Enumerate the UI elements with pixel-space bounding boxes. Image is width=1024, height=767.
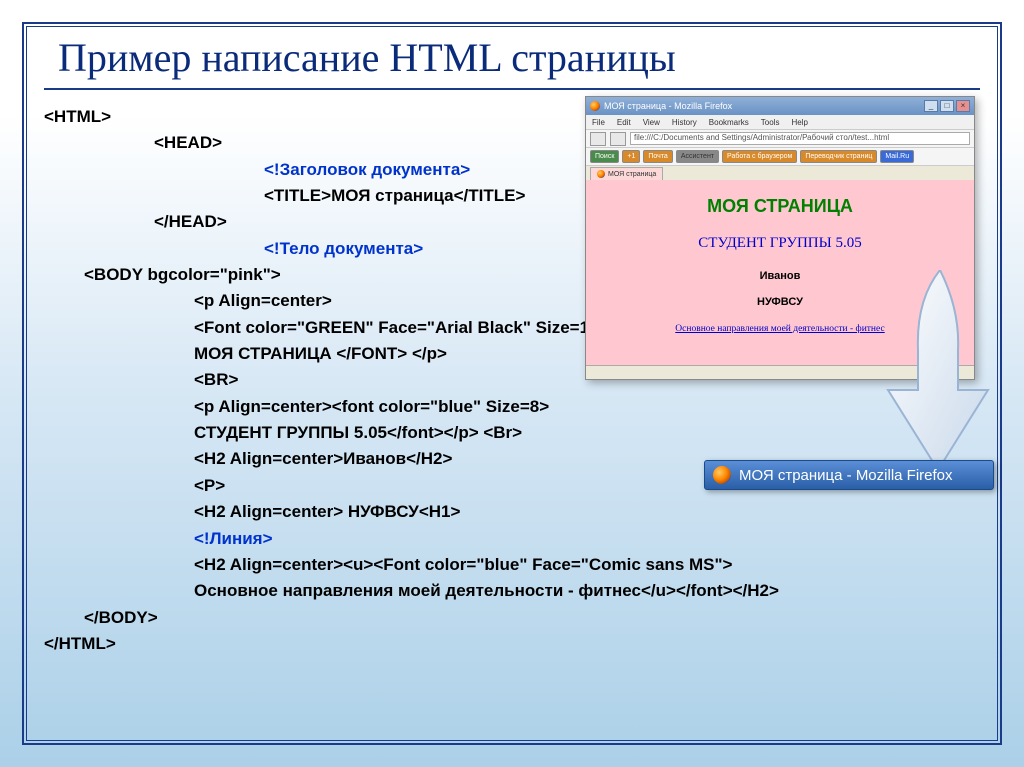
forward-button[interactable] xyxy=(610,132,626,146)
firefox-icon xyxy=(590,101,600,111)
toolbar-assistant-button[interactable]: Ассистент xyxy=(676,150,719,163)
minimize-button[interactable]: _ xyxy=(924,100,938,112)
toolbar-mail-button[interactable]: Почта xyxy=(643,150,672,163)
taskbar-label: МОЯ страница - Mozilla Firefox xyxy=(739,467,953,484)
code-comment: <!Линия> xyxy=(194,526,779,552)
menu-view[interactable]: View xyxy=(643,118,660,127)
browser-tab[interactable]: МОЯ страница xyxy=(590,167,663,180)
browser-statusbar xyxy=(586,365,974,379)
page-heading: МОЯ СТРАНИЦА xyxy=(586,196,974,217)
code-line: <H2 Align=center><u><Font color="blue" F… xyxy=(194,552,779,578)
firefox-icon xyxy=(713,466,731,484)
firefox-icon xyxy=(597,170,605,178)
toolbar-search-button[interactable]: Поиск xyxy=(590,150,619,163)
menu-edit[interactable]: Edit xyxy=(617,118,631,127)
code-line: СТУДЕНТ ГРУППЫ 5.05</font></p> <Br> xyxy=(194,420,779,446)
maximize-button[interactable]: □ xyxy=(940,100,954,112)
browser-addon-toolbar: Поиск +1 Почта Ассистент Работа с браузе… xyxy=(586,147,974,165)
browser-titlebar: МОЯ страница - Mozilla Firefox _ □ × xyxy=(586,97,974,115)
code-line: <H2 Align=center> НУФВСУ<H1> xyxy=(194,499,779,525)
code-line: <H2 Align=center>Иванов</H2> xyxy=(194,446,779,472)
toolbar-browser-button[interactable]: Работа с браузером xyxy=(722,150,797,163)
rendered-page: МОЯ СТРАНИЦА СТУДЕНТ ГРУППЫ 5.05 Иванов … xyxy=(586,180,974,365)
browser-menubar: File Edit View History Bookmarks Tools H… xyxy=(586,115,974,129)
menu-history[interactable]: History xyxy=(672,118,697,127)
menu-help[interactable]: Help xyxy=(791,118,807,127)
page-activity-link[interactable]: Основное направления моей деятельности -… xyxy=(586,324,974,334)
taskbar-button[interactable]: МОЯ страница - Mozilla Firefox xyxy=(704,460,994,490)
browser-window-title: МОЯ страница - Mozilla Firefox xyxy=(604,101,732,111)
back-button[interactable] xyxy=(590,132,606,146)
toolbar-plus-button[interactable]: +1 xyxy=(622,150,640,163)
menu-bookmarks[interactable]: Bookmarks xyxy=(709,118,749,127)
code-line: Основное направления моей деятельности -… xyxy=(194,578,779,604)
page-university: НУФВСУ xyxy=(586,296,974,308)
toolbar-mailru-button[interactable]: Mail.Ru xyxy=(880,150,914,163)
page-subheading: СТУДЕНТ ГРУППЫ 5.05 xyxy=(586,235,974,252)
browser-tabstrip: МОЯ страница xyxy=(586,165,974,180)
page-name: Иванов xyxy=(586,270,974,282)
browser-screenshot: МОЯ страница - Mozilla Firefox _ □ × Fil… xyxy=(585,96,975,380)
slide-title: Пример написание HTML страницы xyxy=(58,34,676,81)
browser-nav-toolbar: file:///C:/Documents and Settings/Admini… xyxy=(586,129,974,147)
title-underline xyxy=(44,88,980,90)
browser-window: МОЯ страница - Mozilla Firefox _ □ × Fil… xyxy=(585,96,975,380)
code-line: </BODY> xyxy=(84,605,779,631)
code-line: <P> xyxy=(194,473,779,499)
menu-file[interactable]: File xyxy=(592,118,605,127)
menu-tools[interactable]: Tools xyxy=(761,118,780,127)
code-line: <p Align=center><font color="blue" Size=… xyxy=(194,394,779,420)
close-button[interactable]: × xyxy=(956,100,970,112)
code-line: </HTML> xyxy=(44,631,779,657)
url-bar[interactable]: file:///C:/Documents and Settings/Admini… xyxy=(630,132,970,145)
tab-label: МОЯ страница xyxy=(608,171,656,178)
toolbar-translate-button[interactable]: Переводчик страниц xyxy=(800,150,877,163)
